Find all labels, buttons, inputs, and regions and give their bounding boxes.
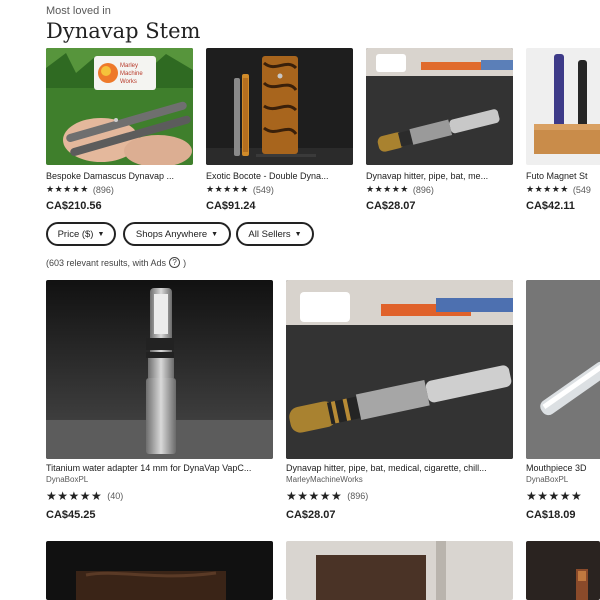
chevron-down-icon: ▼ [294, 230, 302, 238]
listing-thumbnail[interactable] [46, 280, 273, 459]
listing-rating: ★★★★★ (896) [366, 184, 513, 195]
listing-price: CA$45.25 [46, 509, 96, 521]
listing-price: CA$18.09 [526, 509, 576, 521]
logo-line: Works [120, 79, 137, 85]
price-filter-button[interactable]: Price ($) ▼ [46, 222, 116, 246]
listing-card[interactable]: Dynavap hitter, pipe, bat, me... ★★★★★ (… [366, 48, 513, 212]
listing-card[interactable]: Futo Magnet St ★★★★★ (549 CA$42.11 [526, 48, 600, 212]
results-count: (603 relevant results, with Ads ? ) [46, 257, 186, 268]
review-count: (896) [92, 184, 114, 195]
sellers-filter-button[interactable]: All Sellers ▼ [236, 222, 314, 246]
review-count: (549) [252, 184, 274, 195]
shop-name[interactable]: DynaBoxPL [526, 475, 600, 484]
shops-filter-button[interactable]: Shops Anywhere ▼ [123, 222, 231, 246]
listing-thumbnail[interactable] [46, 541, 273, 600]
results-text: (603 relevant results, with Ads [46, 257, 167, 268]
listing-title[interactable]: Exotic Bocote - Double Dyna... [206, 171, 353, 181]
listing-title[interactable]: Titanium water adapter 14 mm for DynaVap… [46, 463, 273, 473]
logo-line: Machine [120, 71, 143, 77]
help-icon[interactable]: ? [169, 257, 181, 268]
listing-image [46, 541, 273, 600]
listing-thumbnail[interactable] [286, 280, 513, 459]
listing-card[interactable]: Mouthpiece 3D DynaBoxPL ★★★★★ CA$18.09 [526, 280, 600, 521]
listing-rating: ★★★★★ [526, 489, 600, 503]
star-rating-icon: ★★★★★ [526, 184, 569, 194]
star-rating-icon: ★★★★★ [46, 489, 103, 503]
price-filter-label: Price ($) [57, 228, 94, 240]
listing-rating: ★★★★★ (549 [526, 184, 600, 195]
listing-image [206, 48, 353, 165]
listing-title[interactable]: Mouthpiece 3D [526, 463, 600, 473]
section-title[interactable]: Dynavap Stem [46, 19, 200, 43]
listing-thumbnail[interactable] [366, 48, 513, 165]
listing-thumbnail[interactable] [526, 48, 600, 165]
listing-image: Marley Machine Works [46, 48, 193, 165]
listing-rating: ★★★★★ (896) [46, 184, 193, 195]
listing-card[interactable]: Titanium water adapter 14 mm for DynaVap… [46, 280, 273, 521]
star-rating-icon: ★★★★★ [206, 184, 249, 194]
listing-thumbnail[interactable] [206, 48, 353, 165]
logo-line: Marley [120, 63, 138, 69]
listing-image [46, 280, 273, 459]
review-count: (896) [347, 491, 369, 501]
listing-thumbnail[interactable] [526, 280, 600, 459]
star-rating-icon: ★★★★★ [526, 489, 583, 503]
chevron-down-icon: ▼ [211, 230, 219, 238]
review-count: (896) [412, 184, 434, 195]
listing-card[interactable]: Dynavap hitter, pipe, bat, medical, ciga… [286, 280, 513, 521]
shop-name[interactable]: MarleyMachineWorks [286, 475, 513, 484]
listing-image [286, 280, 513, 459]
listing-thumbnail[interactable] [526, 541, 600, 600]
listing-title[interactable]: Futo Magnet St [526, 171, 600, 181]
section-eyebrow: Most loved in [46, 5, 111, 17]
listing-rating: ★★★★★ (549) [206, 184, 353, 195]
listing-price: CA$28.07 [366, 200, 416, 212]
listing-title[interactable]: Dynavap hitter, pipe, bat, medical, ciga… [286, 463, 513, 473]
shops-filter-label: Shops Anywhere [135, 228, 208, 240]
listing-price: CA$42.11 [526, 200, 575, 212]
listing-price: CA$91.24 [206, 200, 256, 212]
listing-image [526, 541, 600, 600]
listing-card[interactable]: Exotic Bocote - Double Dyna... ★★★★★ (54… [206, 48, 353, 212]
listing-image [526, 280, 600, 459]
star-rating-icon: ★★★★★ [366, 184, 409, 194]
chevron-down-icon: ▼ [97, 230, 105, 238]
listing-rating: ★★★★★ (40) [46, 489, 273, 503]
review-count: (549 [572, 184, 591, 195]
listing-thumbnail[interactable]: Marley Machine Works [46, 48, 193, 165]
listing-title[interactable]: Dynavap hitter, pipe, bat, me... [366, 171, 513, 181]
star-rating-icon: ★★★★★ [286, 489, 343, 503]
listing-image [526, 48, 600, 165]
listing-price: CA$210.56 [46, 200, 102, 212]
shop-name[interactable]: DynaBoxPL [46, 475, 273, 484]
results-paren: ) [183, 257, 187, 268]
listing-image [366, 48, 513, 165]
listing-price: CA$28.07 [286, 509, 336, 521]
review-count: (40) [107, 491, 124, 501]
sellers-filter-label: All Sellers [248, 228, 291, 240]
listing-rating: ★★★★★ (896) [286, 489, 513, 503]
listing-image [286, 541, 513, 600]
listing-card[interactable]: Marley Machine Works Bespoke Damascus Dy… [46, 48, 193, 212]
listing-title[interactable]: Bespoke Damascus Dynavap ... [46, 171, 193, 181]
star-rating-icon: ★★★★★ [46, 184, 89, 194]
listing-thumbnail[interactable] [286, 541, 513, 600]
